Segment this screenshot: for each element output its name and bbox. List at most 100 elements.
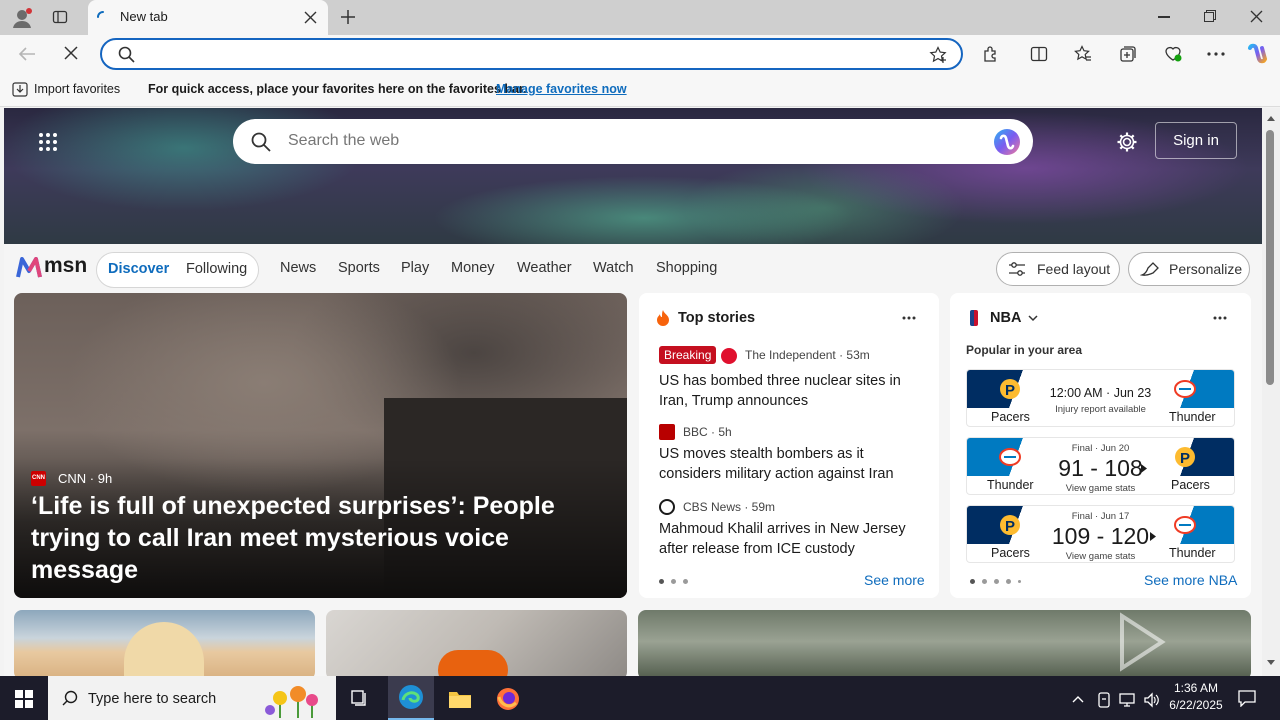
page-scrollbar[interactable] [1262,108,1280,676]
profile-icon[interactable] [10,6,34,30]
new-tab-icon[interactable] [340,9,356,25]
chevron-down-icon[interactable] [1028,314,1038,322]
nav-weather[interactable]: Weather [517,260,572,276]
orange-object [438,650,508,676]
nav-sports[interactable]: Sports [338,260,380,276]
minimize-icon[interactable] [1158,16,1170,18]
more-options-icon[interactable] [902,316,916,320]
copilot-icon[interactable] [1246,43,1268,65]
settings-more-icon[interactable] [1207,52,1225,56]
story-headline[interactable]: US moves stealth bombers as it considers… [659,444,919,484]
scroll-down-icon[interactable] [1267,660,1275,666]
scroll-thumb[interactable] [1266,130,1274,385]
sign-in-button[interactable]: Sign in [1155,122,1237,159]
game-note[interactable]: View game stats [967,551,1234,562]
carousel-dot-active[interactable] [659,579,664,584]
tab-following[interactable]: Following [186,261,247,277]
notifications-icon[interactable] [1238,689,1256,707]
split-screen-icon[interactable] [1030,45,1048,63]
favorites-icon[interactable] [1074,45,1092,63]
tab-new-tab[interactable]: New tab [88,0,328,35]
nav-watch[interactable]: Watch [593,260,634,276]
game-card-final[interactable]: P Pacers Thunder Final · Jun 17 109 - 12… [966,505,1235,563]
file-explorer-icon[interactable] [448,689,472,709]
news-card-thumbnail[interactable] [638,610,1251,676]
favorites-bar: Import favorites For quick access, place… [0,73,1280,107]
more-options-icon[interactable] [1213,316,1227,320]
main-story-headline[interactable]: ‘Life is full of unexpected surprises’: … [31,490,621,586]
nav-play[interactable]: Play [401,260,429,276]
clock-time: 1:36 AM [1173,681,1219,695]
carousel-dot[interactable] [1018,580,1021,583]
nba-card: NBA Popular in your area P Pacers Thunde… [950,293,1251,598]
see-more-link[interactable]: See more [864,572,925,588]
extensions-icon[interactable] [982,45,1000,63]
tab-discover[interactable]: Discover [108,261,169,277]
network-icon[interactable] [1119,692,1135,708]
carousel-dot[interactable] [982,579,987,584]
favorite-star-icon[interactable] [929,46,947,64]
discover-following-toggle: Discover Following [96,252,259,288]
carousel-dot-active[interactable] [970,579,975,584]
settings-gear-icon[interactable] [1116,131,1138,153]
manage-favorites-link[interactable]: Manage favorites now [496,82,627,96]
news-card-thumbnail[interactable] [326,610,627,676]
show-hidden-icons-icon[interactable] [1072,695,1084,703]
windows-start-icon[interactable] [15,690,33,708]
story-headline[interactable]: Mahmoud Khalil arrives in New Jersey aft… [659,519,919,559]
game-note[interactable]: View game stats [967,483,1234,494]
copilot-icon[interactable] [992,127,1022,157]
taskbar-search-box[interactable]: Type here to search [48,676,336,720]
device-icon[interactable] [1097,692,1111,708]
personalize-button[interactable]: Personalize [1128,252,1250,286]
hero-background: Search the web Sign in [4,108,1262,244]
edge-taskbar-icon[interactable] [388,676,434,720]
carousel-dot[interactable] [994,579,999,584]
browser-essentials-icon[interactable] [1163,45,1183,63]
close-window-icon[interactable] [1250,10,1263,23]
address-bar[interactable] [100,38,963,70]
carousel-dot[interactable] [671,579,676,584]
system-clock[interactable]: 1:36 AM 6/22/2025 [1160,680,1232,714]
firefox-icon[interactable] [496,687,520,711]
game-card-upcoming[interactable]: P Pacers Thunder 12:00 AM · Jun 23 Injur… [966,369,1235,427]
nav-news[interactable]: News [280,260,316,276]
feed-layout-button[interactable]: Feed layout [996,252,1120,286]
volume-icon[interactable] [1143,692,1159,708]
winner-arrow-icon [1141,464,1147,473]
stop-loading-icon[interactable] [64,46,78,60]
personalize-icon [1140,262,1159,276]
top-stories-title[interactable]: Top stories [678,310,755,326]
collections-icon[interactable] [1119,45,1137,63]
tab-actions-icon[interactable] [52,9,68,25]
restore-icon[interactable] [1204,10,1216,22]
task-view-icon[interactable] [350,689,370,707]
breaking-badge: Breaking [659,346,717,364]
import-favorites-button[interactable]: Import favorites [34,82,120,96]
carousel-dot[interactable] [1006,579,1011,584]
back-icon[interactable] [18,46,36,62]
msn-logo[interactable]: msn [16,254,87,282]
cnn-logo: CNN [31,471,46,486]
search-placeholder: Search the web [288,132,400,149]
story-headline[interactable]: US has bombed three nuclear sites in Ira… [659,371,919,411]
app-launcher-icon[interactable] [38,132,58,152]
scroll-up-icon[interactable] [1267,115,1275,121]
game-score: 91 - 108 [1058,455,1143,481]
cbs-logo-icon [659,499,675,515]
news-card-thumbnail[interactable] [14,610,315,676]
see-more-nba-link[interactable]: See more NBA [1144,572,1237,588]
nav-shopping[interactable]: Shopping [656,260,717,276]
nav-money[interactable]: Money [451,260,495,276]
nba-title[interactable]: NBA [990,310,1021,326]
close-tab-icon[interactable] [304,11,317,24]
story-source: BBC · 5h [683,425,732,439]
main-story-card[interactable]: CNN CNN · 9h ‘Life is full of unexpected… [14,293,627,598]
game-note: Injury report available [1055,404,1146,415]
tab-title: New tab [120,9,168,24]
top-stories-card: Top stories Breaking The Independent · 5… [639,293,939,598]
web-search-box[interactable]: Search the web [233,119,1033,164]
game-card-final[interactable]: P Thunder Pacers Final · Jun 20 91 - 108… [966,437,1235,495]
personalize-label: Personalize [1169,261,1243,277]
carousel-dot[interactable] [683,579,688,584]
